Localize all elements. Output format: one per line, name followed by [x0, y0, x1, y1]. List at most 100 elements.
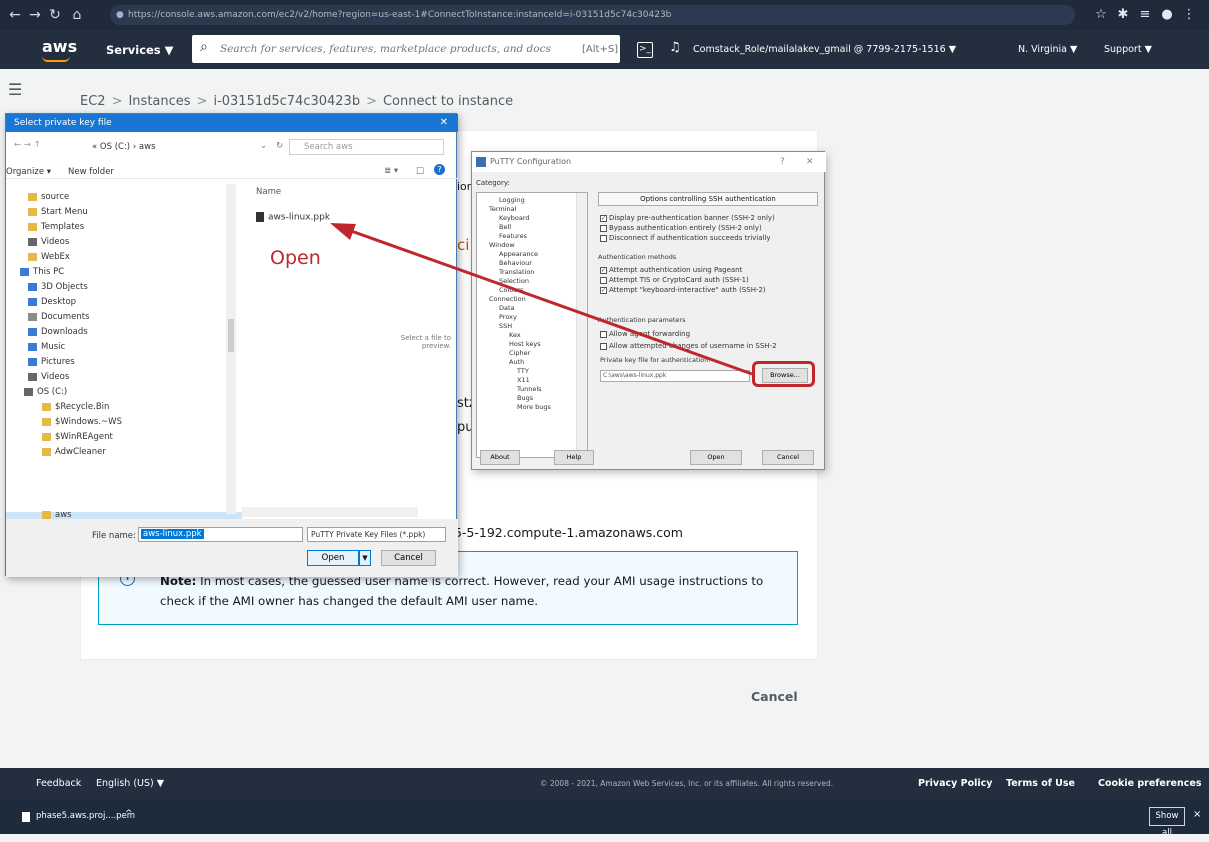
profile-icon[interactable]: ●	[1158, 6, 1176, 24]
putty-open-button[interactable]: Open	[690, 450, 742, 465]
checkbox-pageant[interactable]: ✓ Attempt authentication using Pageant	[600, 266, 742, 274]
tree-item[interactable]: Proxy	[499, 313, 517, 321]
category-tree[interactable]: Logging Terminal Keyboard Bell Features …	[476, 192, 588, 458]
tree-item[interactable]: Auth	[509, 358, 524, 366]
about-button[interactable]: About	[480, 450, 520, 465]
extension-icon[interactable]: ✱	[1114, 6, 1132, 24]
tree-item[interactable]: source	[28, 192, 69, 202]
tree-item[interactable]: Appearance	[499, 250, 538, 258]
tree-item[interactable]: Features	[499, 232, 527, 240]
help-icon[interactable]: ?	[434, 164, 445, 175]
tree-item[interactable]: Videos	[28, 237, 69, 247]
file-item[interactable]: aws-linux.ppk	[256, 212, 330, 223]
tree-item[interactable]: Music	[28, 342, 65, 352]
tree-item[interactable]: $WinREAgent	[42, 432, 113, 442]
terms-link[interactable]: Terms of Use	[1006, 778, 1075, 789]
close-icon[interactable]: ✕	[806, 152, 814, 172]
tree-item[interactable]: More bugs	[517, 403, 551, 411]
tree-item[interactable]: Logging	[499, 196, 525, 204]
bookmark-star-icon[interactable]: ☆	[1092, 6, 1110, 24]
cloudshell-icon[interactable]: >_	[637, 42, 653, 58]
view-icon[interactable]: ≣ ▾	[384, 166, 398, 176]
address-field[interactable]: « OS (C:) › aws	[92, 139, 254, 155]
tree-item[interactable]: Translation	[499, 268, 534, 276]
tree-item[interactable]: Host keys	[509, 340, 541, 348]
account-menu[interactable]: Comstack_Role/mailalakev_gmail @ 7799-21…	[693, 44, 956, 55]
tree-item[interactable]: Tunnels	[517, 385, 542, 393]
tree-item[interactable]: $Windows.~WS	[42, 417, 122, 427]
tree-item[interactable]: Connection	[489, 295, 526, 303]
checkbox-username-changes[interactable]: Allow attempted changes of username in S…	[600, 342, 777, 350]
breadcrumb-ec2[interactable]: EC2	[80, 94, 106, 109]
organize-menu[interactable]: Organize ▾	[6, 167, 51, 177]
private-key-input[interactable]: C:\aws\aws-linux.ppk	[600, 370, 750, 382]
pane-icon[interactable]: □	[416, 166, 424, 176]
tree-item[interactable]: Keyboard	[499, 214, 530, 222]
scrollbar[interactable]	[576, 193, 587, 457]
home-icon[interactable]: ⌂	[68, 6, 86, 24]
tree-item[interactable]: Videos	[28, 372, 69, 382]
tree-item[interactable]: $Recycle.Bin	[42, 402, 109, 412]
chevron-down-icon[interactable]: ⌄	[260, 141, 267, 151]
tree-item[interactable]: TTY	[517, 367, 529, 375]
tree-item[interactable]: Templates	[28, 222, 84, 232]
bell-icon[interactable]: ♫	[669, 40, 681, 55]
tree-item[interactable]: Documents	[28, 312, 89, 322]
horizontal-scrollbar[interactable]	[242, 507, 418, 517]
cancel-button[interactable]: Cancel	[745, 688, 804, 705]
privacy-link[interactable]: Privacy Policy	[918, 778, 992, 789]
checkbox-banner[interactable]: ✓ Display pre-authentication banner (SSH-…	[600, 214, 775, 222]
forward-icon[interactable]: →	[26, 6, 44, 24]
tree-item[interactable]: Downloads	[28, 327, 88, 337]
scrollbar-thumb[interactable]	[228, 319, 234, 352]
help-icon[interactable]: ?	[780, 152, 785, 172]
tree-item[interactable]: Bell	[499, 223, 511, 231]
support-menu[interactable]: Support ▼	[1104, 44, 1152, 55]
breadcrumb-instance-id[interactable]: i-03151d5c74c30423b	[213, 94, 360, 109]
tree-item[interactable]: Pictures	[28, 357, 75, 367]
region-menu[interactable]: N. Virginia ▼	[1018, 44, 1077, 55]
tree-item[interactable]: Desktop	[28, 297, 76, 307]
chevron-up-icon[interactable]: ^	[125, 809, 133, 819]
file-type-select[interactable]: PuTTY Private Key Files (*.ppk)	[307, 527, 446, 542]
checkbox-bypass[interactable]: Bypass authentication entirely (SSH-2 on…	[600, 224, 762, 232]
menu-dots-icon[interactable]: ⋮	[1180, 6, 1198, 24]
tree-item[interactable]: Terminal	[489, 205, 516, 213]
back-icon[interactable]: ←	[6, 6, 24, 24]
feedback-link[interactable]: Feedback	[36, 778, 81, 789]
download-item[interactable]: phase5.aws.proj....pem	[36, 811, 135, 821]
tree-item[interactable]: Cipher	[509, 349, 530, 357]
chevron-down-icon[interactable]: ▼	[359, 550, 371, 566]
tree-item[interactable]: X11	[517, 376, 530, 384]
file-name-input[interactable]: aws-linux.ppk	[138, 527, 303, 542]
show-all-button[interactable]: Show all	[1149, 807, 1185, 838]
language-menu[interactable]: English (US) ▼	[96, 778, 164, 789]
tree-item[interactable]: Data	[499, 304, 515, 312]
tree-item[interactable]: Selection	[499, 277, 529, 285]
checkbox-agent-forwarding[interactable]: Allow agent forwarding	[600, 330, 690, 338]
checkbox-tis[interactable]: Attempt TIS or CryptoCard auth (SSH-1)	[600, 276, 749, 284]
tree-item[interactable]: Behaviour	[499, 259, 532, 267]
tree-item[interactable]: WebEx	[28, 252, 70, 262]
tree-item[interactable]: Window	[489, 241, 515, 249]
address-bar[interactable]: ● https://console.aws.amazon.com/ec2/v2/h…	[110, 5, 1075, 25]
tree-item[interactable]: 3D Objects	[28, 282, 88, 292]
tree-item[interactable]: OS (C:)	[24, 387, 67, 397]
tree-item[interactable]: Kex	[509, 331, 521, 339]
tree-item[interactable]: Bugs	[517, 394, 533, 402]
media-icon[interactable]: ≡	[1136, 6, 1154, 24]
help-button[interactable]: Help	[554, 450, 594, 465]
services-menu[interactable]: Services ▼	[106, 43, 174, 57]
dialog-cancel-button[interactable]: Cancel	[381, 550, 436, 566]
checkbox-keyboard-interactive[interactable]: ✓ Attempt "keyboard-interactive" auth (SS…	[600, 286, 766, 294]
tree-item[interactable]: SSH	[499, 322, 512, 330]
search-field[interactable]: Search aws	[289, 139, 444, 155]
search-input[interactable]	[218, 38, 578, 60]
tree-item[interactable]: Colours	[499, 286, 523, 294]
new-folder-button[interactable]: New folder	[68, 167, 114, 177]
tree-item[interactable]: This PC	[20, 267, 64, 277]
cookie-link[interactable]: Cookie preferences	[1098, 778, 1201, 789]
tree-item[interactable]: Start Menu	[28, 207, 88, 217]
reload-icon[interactable]: ↻	[46, 6, 64, 24]
putty-cancel-button[interactable]: Cancel	[762, 450, 814, 465]
